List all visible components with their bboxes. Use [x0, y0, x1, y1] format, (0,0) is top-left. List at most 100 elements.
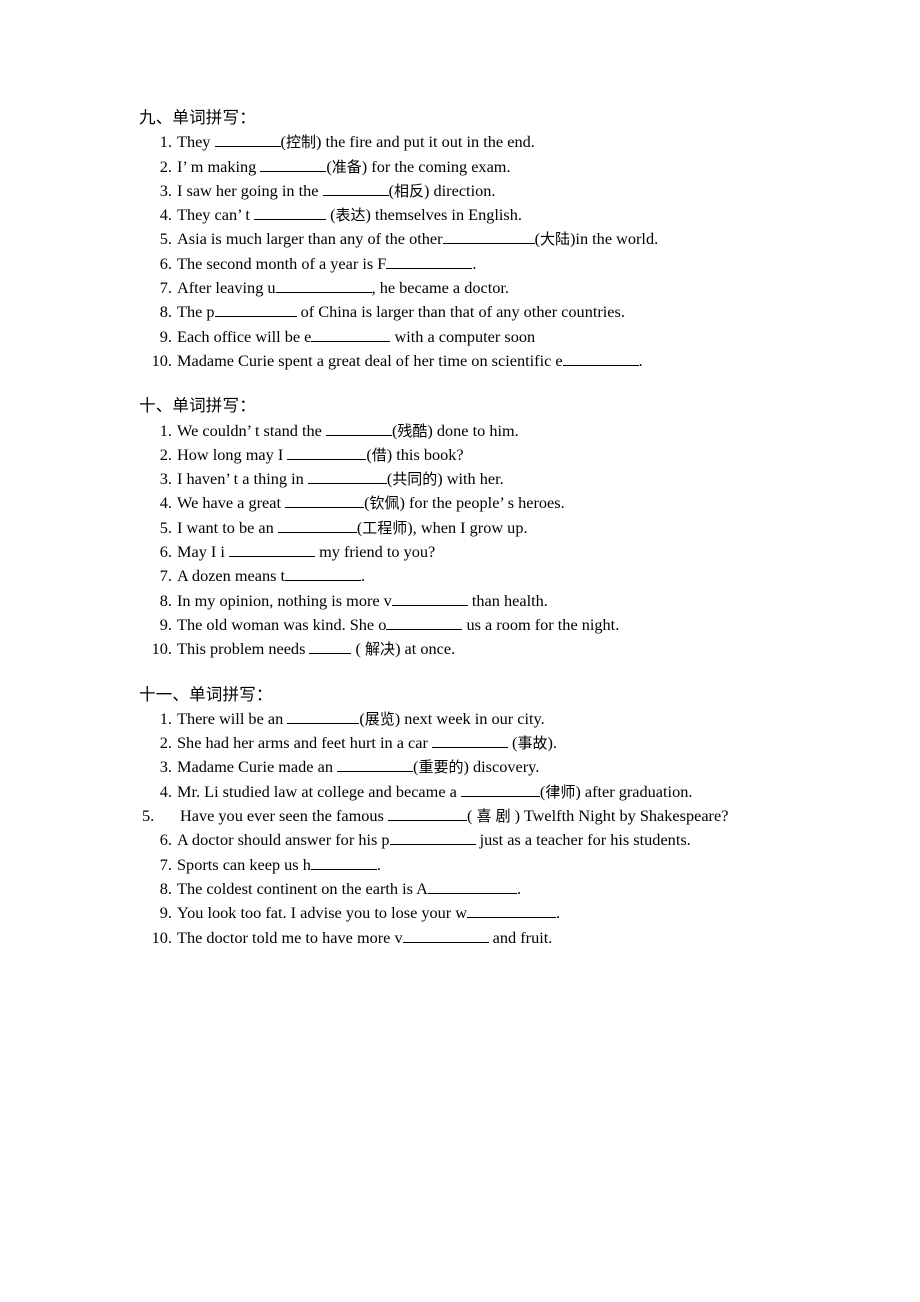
question-number: 3. [159, 757, 172, 777]
question-number: 2. [159, 156, 172, 176]
answer-blank[interactable] [386, 614, 463, 630]
question-number: 6. [159, 253, 172, 273]
question-number: 10. [151, 927, 172, 947]
question-item: 8. The coldest continent on the earth is … [139, 877, 781, 901]
answer-blank[interactable] [322, 180, 389, 196]
answer-blank[interactable] [442, 229, 535, 245]
question-item: 2. I’ m making (准备) for the coming exam. [139, 155, 781, 179]
question-list: 1. There will be an (展览) next week in our… [139, 707, 781, 950]
question-text: The doctor told me to have more v [177, 927, 403, 947]
question-number: 7. [159, 854, 172, 874]
question-text: Madame Curie spent a great deal of her t… [177, 350, 563, 370]
answer-blank[interactable] [254, 204, 326, 221]
question-text: . [361, 566, 366, 586]
question-number: 6. [159, 830, 172, 850]
chinese-hint: 控制 [285, 133, 316, 152]
answer-blank[interactable] [275, 277, 372, 294]
question-item: 3. I saw her going in the (相反) direction. [139, 179, 781, 203]
question-item: 9. The old woman was kind. She o us a roo… [139, 613, 781, 637]
question-text: She had her arms and feet hurt in a car [177, 733, 432, 753]
question-text: us a room for the night. [462, 614, 620, 634]
section-heading: 九、单词拼写： [139, 108, 256, 127]
question-text: ) after graduation. [575, 781, 693, 801]
question-text: Asia is much larger than any of the othe… [177, 229, 443, 249]
question-number: 9. [159, 903, 172, 923]
question-text: ) for the people’ s heroes. [399, 493, 565, 513]
question-item: 4. They can’ t (表达) themselves in English… [139, 203, 781, 227]
question-text: May I i [177, 542, 229, 562]
question-text: ) next week in our city. [394, 708, 545, 728]
answer-blank[interactable] [309, 638, 352, 655]
question-item: 5. Have you ever seen the famous ( 喜 剧 ) … [139, 804, 781, 828]
question-item: 2. She had her arms and feet hurt in a ca… [139, 731, 781, 755]
question-text: )in the world. [570, 229, 659, 249]
question-text: . [516, 878, 522, 898]
question-text: ) Twelfth Night by Shakespeare? [510, 806, 729, 826]
chinese-hint: 工程师 [362, 518, 408, 537]
question-number: 1. [159, 708, 172, 728]
question-text: The second month of a year is F [177, 253, 387, 273]
question-text: ) with her. [437, 469, 504, 489]
question-text: Sports can keep us h [177, 854, 311, 874]
question-item: 1. They (控制) the fire and put it out in t… [139, 130, 781, 154]
answer-blank[interactable] [467, 902, 557, 919]
answer-blank[interactable] [229, 541, 315, 558]
question-text: ). [547, 733, 557, 753]
answer-blank[interactable] [287, 708, 360, 724]
chinese-hint: 事故 [517, 734, 548, 753]
answer-blank[interactable] [460, 781, 540, 797]
question-number: 4. [159, 205, 172, 225]
question-text: Madame Curie made an [177, 757, 338, 777]
answer-blank[interactable] [260, 156, 327, 172]
chinese-hint: 律师 [545, 782, 576, 801]
answer-blank[interactable] [387, 805, 467, 822]
answer-blank[interactable] [427, 878, 517, 894]
question-text: ), when I grow up. [407, 517, 528, 537]
question-item: 7. Sports can keep us h. [139, 853, 781, 877]
answer-blank[interactable] [431, 732, 508, 749]
answer-blank[interactable] [325, 420, 392, 436]
answer-blank[interactable] [214, 301, 297, 318]
answer-blank[interactable] [310, 854, 377, 870]
question-text: and fruit. [488, 927, 553, 947]
answer-blank[interactable] [287, 444, 367, 460]
question-text: with a computer soon [390, 326, 536, 346]
chinese-hint: 钦佩 [369, 494, 400, 513]
answer-blank[interactable] [311, 326, 391, 342]
question-number: 9. [159, 614, 172, 634]
question-item: 10. This problem needs ( 解决) at once. [139, 637, 781, 661]
answer-blank[interactable] [214, 131, 281, 148]
answer-blank[interactable] [307, 468, 387, 485]
answer-blank[interactable] [389, 829, 476, 846]
chinese-hint: 借 [371, 445, 387, 464]
answer-blank[interactable] [285, 492, 365, 509]
exercise-section: 十、单词拼写： 1. We couldn’ t stand the (残酷) don… [139, 394, 781, 661]
answer-blank[interactable] [402, 927, 489, 943]
question-text: . [376, 854, 381, 874]
question-text: ) done to him. [427, 420, 519, 440]
answer-blank[interactable] [277, 517, 357, 533]
question-text: ( [351, 639, 366, 659]
answer-blank[interactable] [386, 253, 473, 269]
answer-blank[interactable] [562, 350, 639, 366]
question-item: 4. We have a great (钦佩) for the people’ s… [139, 491, 781, 515]
question-number: 2. [159, 733, 172, 753]
question-text: A doctor should answer for his p [177, 830, 390, 850]
question-text: . [638, 350, 643, 370]
question-item: 3. Madame Curie made an (重要的) discovery. [139, 755, 781, 779]
answer-blank[interactable] [337, 756, 414, 773]
answer-blank[interactable] [391, 590, 468, 606]
question-text: my friend to you? [315, 542, 436, 562]
question-text: than health. [467, 590, 548, 610]
question-number: 8. [159, 590, 172, 610]
question-text: . [556, 903, 561, 923]
answer-blank[interactable] [285, 565, 362, 582]
question-text: We have a great [177, 493, 286, 513]
question-item: 10. Madame Curie spent a great deal of he… [139, 349, 781, 373]
question-text: just as a teacher for his students. [475, 830, 691, 850]
worksheet-page: 九、单词拼写： 1. They (控制) the fire and put it o… [0, 0, 920, 1302]
exercise-section: 九、单词拼写： 1. They (控制) the fire and put it o… [139, 106, 781, 373]
question-text: After leaving u [177, 278, 276, 298]
question-item: 7. A dozen means t. [139, 564, 781, 588]
question-number: 1. [159, 132, 172, 152]
